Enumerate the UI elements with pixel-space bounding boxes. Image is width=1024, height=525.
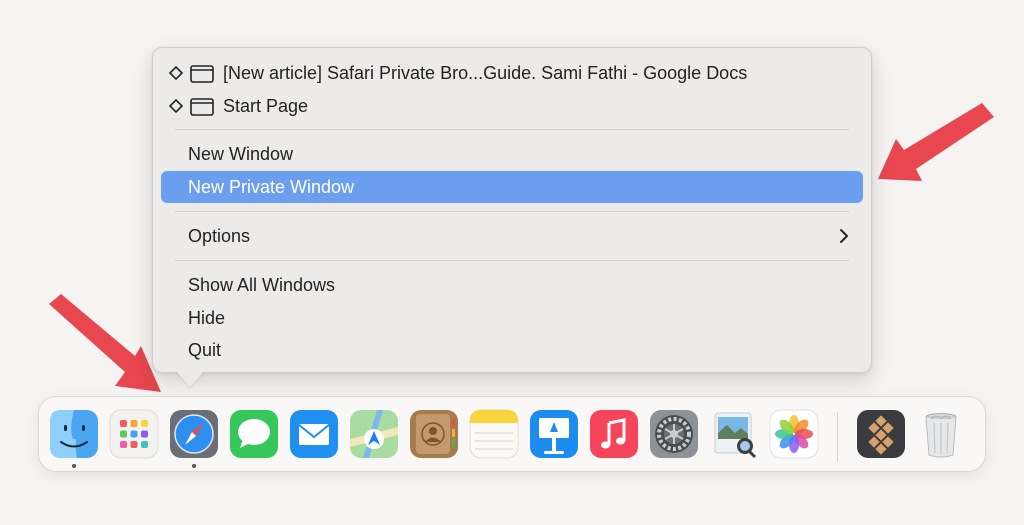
finder-icon[interactable] (49, 409, 99, 459)
messages-icon[interactable] (229, 409, 279, 459)
keynote-icon[interactable] (529, 409, 579, 459)
system-settings-icon[interactable] (649, 409, 699, 459)
setapp-icon[interactable] (856, 409, 906, 459)
running-indicator (72, 464, 76, 468)
menu-item-new-private-window[interactable]: New Private Window (161, 171, 863, 203)
dock-separator (837, 412, 838, 462)
menu-item-options[interactable]: Options (161, 220, 863, 252)
launchpad-icon[interactable] (109, 409, 159, 459)
chevron-right-icon (840, 229, 848, 243)
menu-item-label: New Window (188, 143, 294, 164)
menu-item-label: Show All Windows (188, 274, 336, 295)
menu-item-label: Options (188, 225, 251, 246)
diamond-icon (169, 99, 183, 113)
notes-icon[interactable] (469, 409, 519, 459)
music-icon[interactable] (589, 409, 639, 459)
diamond-icon (169, 66, 183, 80)
running-indicator (192, 464, 196, 468)
menu-separator (175, 260, 849, 261)
menu-item-show-all-windows[interactable]: Show All Windows (161, 269, 863, 301)
trash-icon[interactable] (916, 409, 966, 459)
menu-item-quit[interactable]: Quit (161, 334, 863, 366)
menu-item-label: New Private Window (188, 176, 355, 197)
safari-icon[interactable] (169, 409, 219, 459)
menu-pointer (176, 371, 204, 387)
contacts-icon[interactable] (409, 409, 459, 459)
mail-icon[interactable] (289, 409, 339, 459)
menu-item-window-start-page[interactable]: Start Page (161, 90, 863, 122)
safari-dock-context-menu: [New article] Safari Private Bro...Guide… (152, 47, 872, 373)
menu-separator (175, 211, 849, 212)
menu-item-new-window[interactable]: New Window (161, 138, 863, 170)
menu-separator (175, 129, 849, 130)
menu-item-hide[interactable]: Hide (161, 302, 863, 334)
menu-item-label: Quit (188, 339, 222, 360)
maps-icon[interactable] (349, 409, 399, 459)
menu-item-window-google-docs[interactable]: [New article] Safari Private Bro...Guide… (161, 57, 863, 89)
window-icon (190, 98, 214, 116)
photos-icon[interactable] (769, 409, 819, 459)
menu-item-label: Hide (188, 307, 226, 328)
annotation-arrow-menu (878, 103, 994, 181)
menu-item-label: [New article] Safari Private Bro...Guide… (223, 62, 748, 83)
menu-item-label: Start Page (223, 95, 309, 116)
window-icon (190, 65, 214, 83)
preview-icon[interactable] (709, 409, 759, 459)
